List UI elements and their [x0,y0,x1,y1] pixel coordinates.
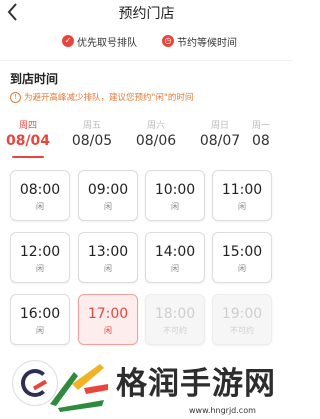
page-title: 预约门店 [118,6,175,22]
watermark-text: 格润手游网 [116,366,276,402]
bottom-area: 格润手游网 www.hngrjd.com [0,352,293,419]
time-slot[interactable]: 10:00 闲 [145,170,205,221]
time-slot-time: 15:00 [221,244,263,260]
time-slot-time: 14:00 [154,244,196,260]
benefit-label: 节约等候时间 [177,37,237,49]
date-tab-weekday: 周六 [146,121,165,131]
date-tab[interactable]: 周五 08/05 [66,118,118,149]
time-slot-status: 闲 [238,202,246,211]
time-slot-disabled: 18:00 不可约 [145,294,205,345]
date-tab-weekday: 周五 [82,121,101,131]
date-tab[interactable]: 周日 08/07 [194,118,246,149]
info-icon: ! [10,91,21,103]
benefit-label: 优先取号排队 [77,37,137,49]
date-tab[interactable]: 周四 08/04 [2,118,54,158]
divider [0,60,293,61]
time-slot-status: 不可约 [163,326,187,335]
date-tab-date: 08/05 [71,133,113,149]
time-slot-time: 12:00 [19,244,61,260]
date-tab-date: 08 [252,133,270,149]
date-tab-weekday: 周日 [210,121,229,131]
time-slot-time: 08:00 [19,182,61,198]
time-slot-status: 闲 [36,326,44,335]
benefit-save-time: ◷ 节约等候时间 [162,32,237,50]
time-slot-time: 10:00 [154,182,196,198]
time-slot-time: 16:00 [19,306,61,322]
time-slot-disabled: 19:00 不可约 [212,294,272,345]
time-slot-status: 闲 [238,264,246,273]
clock-icon: ◷ [162,35,174,47]
watermark-logo-icon [50,364,108,412]
time-slot-time: 13:00 [87,244,129,260]
time-slot[interactable]: 11:00 闲 [212,170,272,221]
time-slot[interactable]: 12:00 闲 [10,232,70,283]
time-slot-time: 09:00 [87,182,129,198]
time-slot-selected[interactable]: 17:00 闲 [78,294,138,345]
priority-icon: ✓ [62,35,74,47]
time-slot-status: 闲 [104,326,112,335]
time-slot-time: 11:00 [221,182,263,198]
watermark: 格润手游网 www.hngrjd.com [44,354,293,415]
watermark-url: www.hngrjd.com [189,406,256,415]
benefit-badges: ✓ 优先取号排队 ◷ 节约等候时间 [0,32,293,54]
time-slot-status: 闲 [171,264,179,273]
time-slot[interactable]: 08:00 闲 [10,170,70,221]
time-slot-status: 闲 [104,264,112,273]
time-slot[interactable]: 15:00 闲 [212,232,272,283]
time-slot-time: 18:00 [154,306,196,322]
time-slot-time: 19:00 [221,306,263,322]
time-slot[interactable]: 14:00 闲 [145,232,205,283]
time-slot[interactable]: 16:00 闲 [10,294,70,345]
section-title: 到店时间 [10,72,59,86]
notice-text: 为避开高峰减少排队，建议您预约"闲"的时间 [24,93,194,103]
time-slot-status: 闲 [36,264,44,273]
date-tab-date: 08/07 [199,133,241,149]
time-slot-status: 闲 [36,202,44,211]
date-tab-weekday: 周四 [18,121,37,131]
date-tab[interactable]: 周六 08/06 [130,118,182,149]
time-slot-status: 闲 [104,202,112,211]
date-tab-date: 08/04 [5,133,51,149]
date-tab-weekday: 周一 [252,121,271,131]
time-slot-time: 17:00 [87,306,129,322]
date-tabs: 周四 08/04 周五 08/05 周六 08/06 周日 08/07 周一 0… [0,118,293,158]
date-tab[interactable]: 周一 08 [252,118,293,149]
top-bar: 预约门店 [0,0,293,28]
date-tab-date: 08/06 [135,133,177,149]
time-slot-status: 闲 [171,202,179,211]
time-slot-status: 不可约 [230,326,254,335]
peak-notice: ! 为避开高峰减少排队，建议您预约"闲"的时间 [10,91,193,103]
benefit-priority: ✓ 优先取号排队 [62,32,137,50]
time-slot[interactable]: 13:00 闲 [78,232,138,283]
time-slot[interactable]: 09:00 闲 [78,170,138,221]
